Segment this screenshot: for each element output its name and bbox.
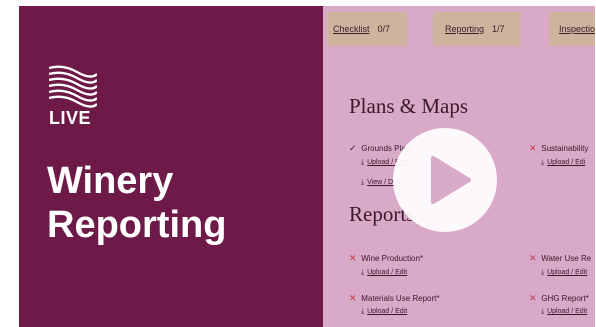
live-label: LIVE <box>49 108 92 128</box>
upload-icon: ⤓ <box>361 179 365 186</box>
item-label: Water Use Re <box>541 254 592 263</box>
upload-icon: ⤓ <box>541 159 545 166</box>
section-title-plans: Plans & Maps <box>349 94 469 118</box>
play-icon <box>431 156 471 204</box>
tab-reporting[interactable]: Reporting 1/7 <box>433 12 521 46</box>
tab-checklist[interactable]: Checklist 0/7 <box>327 12 407 46</box>
tab-inspection-label: Inspectio <box>559 24 595 34</box>
upload-icon: ⤓ <box>361 159 365 166</box>
upload-edit-link[interactable]: ⤓ Upload / Edit <box>361 269 407 277</box>
upload-edit-link[interactable]: ⤓ Upload / Edi <box>541 159 585 167</box>
upload-icon: ⤓ <box>361 269 365 276</box>
title-line-2: Reporting <box>47 204 227 246</box>
list-item-wine-production: ✕ Wine Production* <box>349 253 423 264</box>
tab-bar: Checklist 0/7 Reporting 1/7 Inspectio <box>323 6 595 46</box>
play-button[interactable] <box>393 128 497 232</box>
close-icon: ✕ <box>349 293 357 303</box>
list-item-ghg-report: ✕ GHG Report* <box>529 293 589 304</box>
upload-edit-link[interactable]: ⤓ Upload / Edit <box>361 308 407 316</box>
check-icon: ✓ <box>349 143 357 153</box>
list-item-water-use: ✕ Water Use Re <box>529 253 591 264</box>
upload-edit-link[interactable]: ⤓ Upload / Edit <box>541 269 587 277</box>
close-icon: ✕ <box>529 143 537 153</box>
video-thumbnail[interactable]: LIVE Winery Reporting Checklist 0/7 Repo… <box>19 6 595 327</box>
tab-reporting-count: 1/7 <box>492 24 505 34</box>
close-icon: ✕ <box>529 253 537 263</box>
item-label: Wine Production* <box>361 254 424 263</box>
close-icon: ✕ <box>349 253 357 263</box>
list-item-sustainability: ✕ Sustainability <box>529 143 588 154</box>
tab-inspection[interactable]: Inspectio <box>549 12 595 46</box>
title-panel: LIVE Winery Reporting <box>19 6 323 327</box>
close-icon: ✕ <box>529 293 537 303</box>
upload-icon: ⤓ <box>541 308 545 315</box>
title-line-1: Winery <box>47 160 174 202</box>
upload-edit-link[interactable]: ⤓ Upload / Edit <box>541 308 587 316</box>
upload-icon: ⤓ <box>541 269 545 276</box>
item-label: GHG Report* <box>541 294 589 303</box>
tab-checklist-count: 0/7 <box>377 24 391 34</box>
upload-icon: ⤓ <box>361 308 365 315</box>
item-label: Sustainability <box>541 144 589 153</box>
tab-checklist-label: Checklist <box>333 24 370 34</box>
list-item-materials-use: ✕ Materials Use Report* <box>349 293 439 304</box>
item-label: Materials Use Report* <box>361 294 440 303</box>
tab-reporting-label: Reporting <box>445 24 485 34</box>
